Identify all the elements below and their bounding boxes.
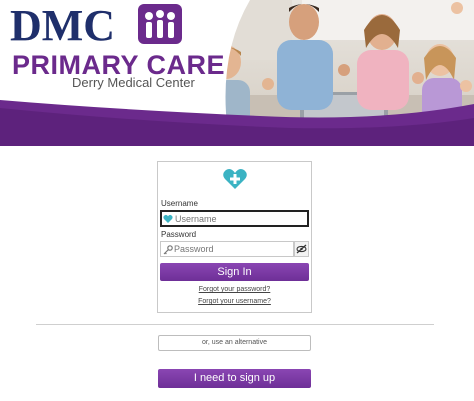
heart-plus-icon (223, 169, 247, 189)
forgot-username-link[interactable]: Forgot your username? (158, 298, 311, 306)
key-icon (163, 245, 173, 255)
forgot-password-link[interactable]: Forgot your password? (158, 286, 311, 294)
password-input[interactable] (160, 241, 294, 257)
login-card: Username Password Sign In Forgot your pa… (157, 161, 312, 313)
eye-slash-icon (296, 244, 307, 254)
logo-wordmark: DMC (10, 1, 116, 50)
logo-subtitle: Derry Medical Center (72, 75, 195, 90)
sign-up-button[interactable]: I need to sign up (158, 369, 311, 388)
header-banner: DMC PRIMARY CARE Derry Medical Center (0, 0, 474, 146)
divider (36, 324, 434, 325)
sign-in-button[interactable]: Sign In (160, 263, 309, 281)
password-label: Password (161, 230, 197, 239)
show-password-button[interactable] (294, 241, 309, 257)
username-label: Username (161, 199, 198, 208)
heart-icon (163, 214, 173, 223)
username-input[interactable] (160, 210, 309, 227)
family-logo-icon (138, 4, 182, 44)
alternative-login-button[interactable]: or, use an alternative (158, 335, 311, 351)
